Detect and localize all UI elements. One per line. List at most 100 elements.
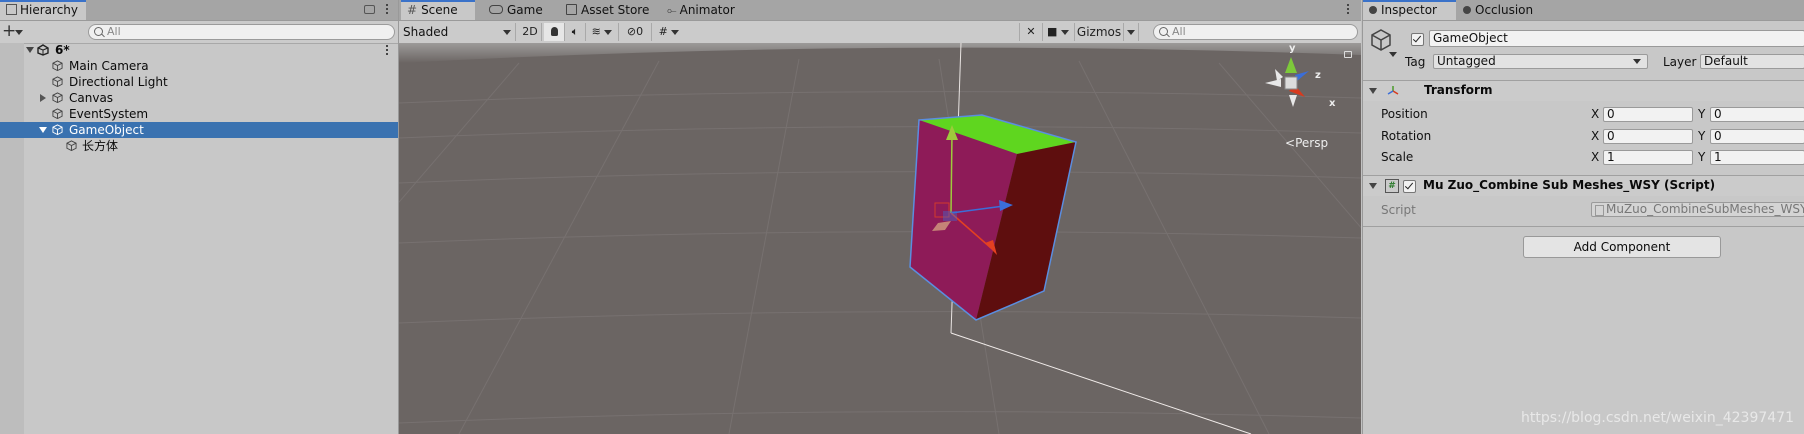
- gizmo-lock-icon[interactable]: [1344, 51, 1352, 58]
- scene-name: 6*: [55, 43, 70, 57]
- object-name-input[interactable]: GameObject: [1429, 30, 1804, 47]
- gameobject-cube-icon: [52, 124, 63, 135]
- mode-2d-button[interactable]: 2D: [519, 23, 542, 41]
- gizmo-neg-y-cone-icon[interactable]: [1289, 95, 1297, 107]
- item-label: Main Camera: [69, 59, 149, 73]
- transform-title: Transform: [1424, 83, 1493, 97]
- tools-button[interactable]: ✕: [1019, 23, 1043, 41]
- hierarchy-menu-icon[interactable]: [386, 4, 389, 16]
- expand-arrow-icon[interactable]: [26, 47, 34, 53]
- scale-x-input[interactable]: 1: [1603, 150, 1693, 165]
- scene-search-input[interactable]: All: [1153, 24, 1358, 40]
- script-reference-value: MuZuo_CombineSubMeshes_WSY: [1606, 202, 1804, 216]
- tag-label: Tag: [1405, 55, 1426, 69]
- scene-viewport[interactable]: y z x <Persp: [399, 43, 1361, 434]
- scale-y-input[interactable]: 1: [1710, 150, 1804, 165]
- position-y-input[interactable]: 0: [1710, 107, 1804, 122]
- icon-dropdown-icon[interactable]: [1389, 52, 1397, 57]
- gizmo-plane-handle[interactable]: [943, 211, 957, 221]
- script-component-header[interactable]: # Mu Zuo_Combine Sub Meshes_WSY (Script): [1363, 175, 1804, 196]
- gizmo-y-cone-icon[interactable]: [1285, 57, 1297, 73]
- expand-arrow-icon[interactable]: [39, 127, 47, 133]
- hierarchy-item-directional-light[interactable]: Directional Light: [0, 74, 398, 90]
- hierarchy-item-gameobject[interactable]: GameObject: [0, 122, 398, 138]
- transform-icon: [1387, 86, 1399, 95]
- gameobject-cube-icon: [52, 76, 63, 87]
- scene-row[interactable]: 6*: [0, 42, 398, 58]
- orientation-gizmo[interactable]: [1253, 43, 1333, 123]
- transform-header[interactable]: Transform: [1363, 80, 1804, 101]
- hierarchy-item-cuboid[interactable]: 长方体: [0, 138, 398, 154]
- tab-animator[interactable]: ⟜ Animator: [661, 0, 741, 20]
- layer-dropdown[interactable]: Default: [1700, 54, 1804, 69]
- hierarchy-search-input[interactable]: All: [88, 24, 395, 40]
- tag-dropdown[interactable]: Untagged: [1433, 54, 1648, 69]
- lock-icon[interactable]: [364, 5, 375, 14]
- hierarchy-tabbar: Hierarchy: [0, 0, 398, 21]
- tab-hierarchy[interactable]: Hierarchy: [0, 0, 86, 20]
- rotation-x-input[interactable]: 0: [1603, 129, 1693, 144]
- hidden-objects-toggle[interactable]: ⊘0: [619, 23, 652, 41]
- gameobject-cube-icon: [52, 108, 63, 119]
- tab-occlusion[interactable]: Occlusion: [1457, 0, 1547, 20]
- hierarchy-item-canvas[interactable]: Canvas: [0, 90, 398, 106]
- rotation-y-input[interactable]: 0: [1710, 129, 1804, 144]
- foldout-arrow-icon[interactable]: [1369, 183, 1377, 189]
- script-reference-field[interactable]: MuZuo_CombineSubMeshes_WSY: [1591, 202, 1804, 217]
- tab-inspector[interactable]: Inspector: [1363, 0, 1456, 20]
- tab-scene[interactable]: # Scene: [401, 0, 475, 20]
- tab-hierarchy-label: Hierarchy: [20, 3, 79, 17]
- draw-mode-dropdown[interactable]: Shaded: [403, 23, 516, 41]
- x-axis-label: X: [1591, 107, 1600, 121]
- tab-asset-store-label: Asset Store: [581, 3, 650, 17]
- tab-game[interactable]: Game: [483, 0, 549, 20]
- chevron-down-icon: [1060, 29, 1069, 35]
- scene-search-placeholder: All: [1172, 25, 1186, 38]
- chevron-down-icon: [1127, 29, 1135, 35]
- expand-arrow-icon[interactable]: [40, 94, 46, 102]
- persp-icon: <: [1285, 136, 1296, 150]
- gizmo-y-handle[interactable]: [950, 132, 953, 214]
- gameobject-cube-icon: [52, 60, 63, 71]
- effects-dropdown[interactable]: ≋: [586, 23, 619, 41]
- foldout-arrow-icon[interactable]: [1369, 88, 1377, 94]
- lighting-toggle[interactable]: [544, 23, 565, 41]
- draw-mode-value: Shaded: [403, 25, 449, 39]
- scene-toolbar: Shaded 2D 🔈︎ ≋ ⊘0 # ✕ ■ Gizmos All: [399, 21, 1361, 44]
- gizmo-center-cube-icon[interactable]: [1284, 76, 1298, 90]
- script-enabled-checkbox[interactable]: [1403, 180, 1416, 193]
- gizmo-neg-x-cone-icon[interactable]: [1265, 79, 1281, 87]
- camera-dropdown[interactable]: ■: [1042, 23, 1075, 41]
- gizmos-dropdown[interactable]: [1124, 23, 1139, 41]
- grid-dropdown[interactable]: #: [652, 23, 686, 41]
- y-axis-label: Y: [1698, 150, 1706, 164]
- hierarchy-item-main-camera[interactable]: Main Camera: [0, 58, 398, 74]
- eye-hidden-icon: ⊘: [626, 25, 637, 38]
- gameobject-cube-icon: [66, 140, 77, 151]
- add-component-button[interactable]: Add Component: [1523, 236, 1721, 258]
- hierarchy-item-eventsystem[interactable]: EventSystem: [0, 106, 398, 122]
- gizmo-neg-z-cone-icon[interactable]: [1275, 69, 1283, 81]
- scene-menu-icon[interactable]: [386, 45, 389, 57]
- gameobject-large-icon: [1371, 29, 1391, 51]
- scene-panel: # Scene Game Asset Store ⟜ Animator Shaded…: [399, 0, 1361, 434]
- position-x-input[interactable]: 0: [1603, 107, 1693, 122]
- grid-icon: #: [658, 25, 668, 38]
- tools-icon: ✕: [1026, 25, 1036, 38]
- store-bag-icon: [566, 4, 577, 15]
- tab-asset-store[interactable]: Asset Store: [560, 0, 655, 20]
- info-icon: [1369, 6, 1377, 14]
- audio-toggle[interactable]: 🔈︎: [565, 23, 586, 41]
- projection-toggle[interactable]: <Persp: [1285, 136, 1328, 150]
- scene-canvas[interactable]: [399, 43, 1361, 434]
- active-checkbox[interactable]: [1411, 33, 1424, 46]
- script-label: Script: [1381, 203, 1416, 217]
- chevron-down-icon: [671, 29, 680, 35]
- gamepad-icon: [489, 5, 503, 14]
- scene-menu-icon[interactable]: [1347, 4, 1350, 16]
- gameobject-cube-icon: [52, 92, 63, 103]
- gizmos-button[interactable]: Gizmos: [1075, 23, 1124, 41]
- add-dropdown-icon[interactable]: [15, 30, 23, 35]
- watermark-text: https://blog.csdn.net/weixin_42397471: [1520, 410, 1794, 426]
- scale-label: Scale: [1381, 150, 1414, 164]
